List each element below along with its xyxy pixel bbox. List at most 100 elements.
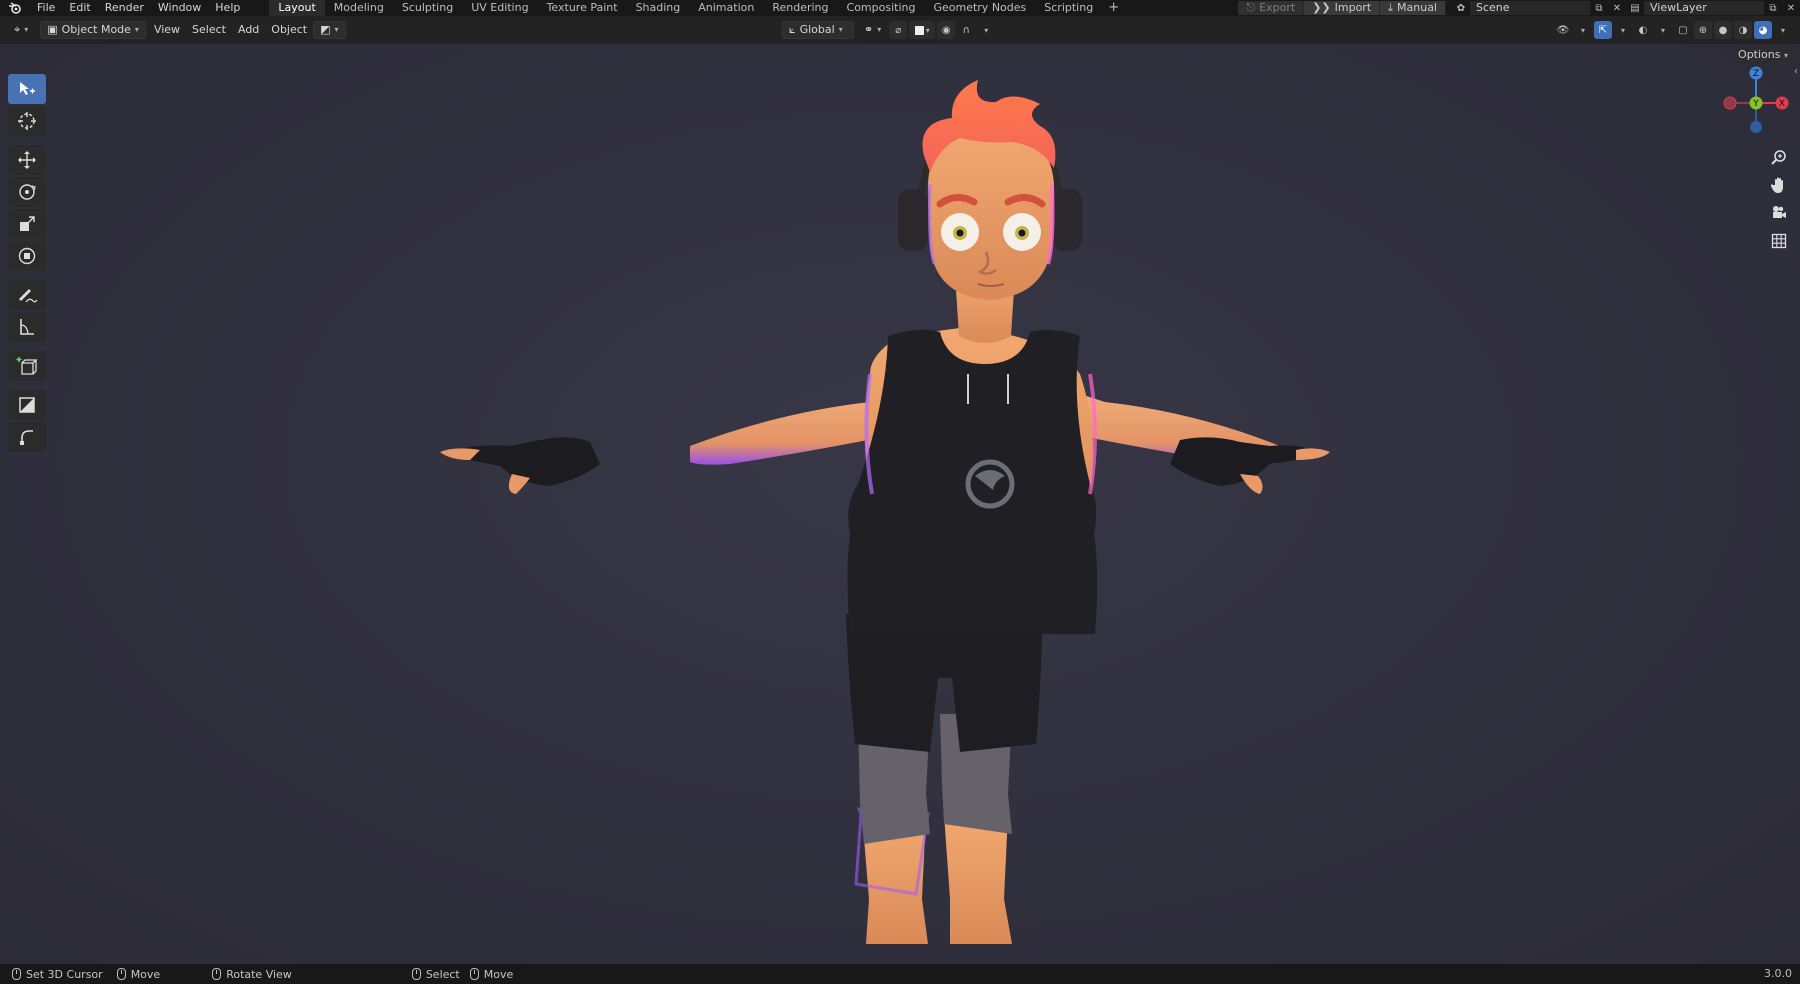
wireframe-shading-icon[interactable]: ⊕ (1694, 21, 1712, 39)
tab-geometry-nodes[interactable]: Geometry Nodes (924, 0, 1035, 16)
editor-type-button[interactable]: ⌖ ▾ (8, 21, 34, 39)
tab-sculpting[interactable]: Sculpting (393, 0, 462, 16)
overlays-icon[interactable]: ◐ (1634, 21, 1652, 39)
sidebar-collapse-icon[interactable]: ‹ (1794, 66, 1798, 77)
tab-uv-editing[interactable]: UV Editing (462, 0, 537, 16)
snap-toggle-icon[interactable]: ⌀ (889, 21, 908, 39)
menu-window[interactable]: Window (151, 0, 208, 16)
menu-help[interactable]: Help (208, 0, 247, 16)
menu-edit[interactable]: Edit (62, 0, 97, 16)
neg-z-axis-handle[interactable] (1750, 121, 1762, 133)
menu-file[interactable]: File (30, 0, 62, 16)
orientation-label: Global (799, 23, 835, 36)
zoom-icon[interactable] (1767, 146, 1791, 168)
manual-button[interactable]: ⤓ Manual (1380, 1, 1446, 15)
select-mode-icon: ◩ (320, 23, 331, 36)
remove-scene-icon[interactable]: ✕ (1608, 1, 1626, 15)
extrude-icon[interactable] (8, 390, 46, 420)
select-menu[interactable]: Select (186, 21, 232, 39)
rotate-icon[interactable] (8, 177, 46, 207)
status-hint-move-2: Move (469, 967, 514, 981)
tab-scripting[interactable]: Scripting (1035, 0, 1102, 16)
pivot-icon: ⚭ (864, 23, 874, 36)
hand-pan-icon[interactable] (1767, 174, 1791, 196)
overlays-dropdown[interactable]: ▾ (1654, 21, 1672, 39)
mode-dropdown[interactable]: ▣ Object Mode ▾ (40, 21, 146, 39)
top-bar: File Edit Render Window Help Layout Mode… (0, 0, 1800, 16)
select-mode-dropdown[interactable]: ◩ ▾ (313, 21, 346, 39)
select-box-icon[interactable] (8, 74, 46, 104)
chevron-down-icon: ▾ (134, 25, 139, 34)
import-button[interactable]: ❯❯ Import (1304, 1, 1381, 15)
viewport-display-tools: 👁 ▾ ⇱ ▾ ◐ ▾ ▢ ⊕ ● ◑ ◕ ▾ (1554, 21, 1792, 39)
view-layer-icon[interactable]: ▤ (1626, 1, 1644, 15)
rendered-shading-icon[interactable]: ◕ (1754, 21, 1772, 39)
hint-move-2: Move (483, 967, 514, 981)
tab-modeling[interactable]: Modeling (325, 0, 393, 16)
new-view-layer-icon[interactable]: ⧉ (1764, 1, 1782, 15)
spin-icon[interactable] (8, 422, 46, 452)
remove-view-layer-icon[interactable]: ✕ (1782, 1, 1800, 15)
tab-animation[interactable]: Animation (689, 0, 763, 16)
object-menu[interactable]: Object (265, 21, 313, 39)
download-icon: ⤓ (1388, 1, 1394, 14)
z-axis-label: Z (1753, 69, 1759, 79)
mouse-middle-icon (212, 968, 222, 980)
status-hint-move: Move (116, 968, 160, 981)
mouse-drag-icon (116, 968, 126, 980)
transform-icon[interactable] (8, 241, 46, 271)
chevron-down-icon: ▾ (24, 25, 29, 34)
falloff-icon[interactable]: ∩ (957, 21, 975, 39)
scene-icon[interactable]: ✿ (1452, 1, 1470, 15)
add-menu[interactable]: Add (232, 21, 265, 39)
import-label: Import (1334, 1, 1372, 14)
mouse-right-drag-icon (469, 968, 479, 980)
tab-compositing[interactable]: Compositing (838, 0, 925, 16)
camera-icon[interactable] (1767, 202, 1791, 224)
version-label: 3.0.0 (1764, 967, 1792, 980)
snap-element-icon[interactable]: ▾ (909, 21, 936, 39)
view-layer-selector[interactable]: ViewLayer (1644, 1, 1764, 15)
view-menu[interactable]: View (148, 21, 186, 39)
gizmo-dropdown[interactable]: ▾ (1614, 21, 1632, 39)
chevron-down-icon: ▾ (334, 25, 339, 34)
tab-texture-paint[interactable]: Texture Paint (538, 0, 627, 16)
shading-dropdown[interactable]: ▾ (1774, 21, 1792, 39)
neg-x-axis-handle[interactable] (1723, 96, 1737, 110)
y-axis-label: Y (1752, 99, 1759, 109)
pivot-point-dropdown[interactable]: ⚭ ▾ (858, 21, 887, 39)
menu-render[interactable]: Render (98, 0, 151, 16)
mouse-left-icon (12, 968, 21, 980)
cursor-icon[interactable] (8, 106, 46, 136)
xray-icon[interactable]: ▢ (1674, 21, 1692, 39)
character-model[interactable] (400, 74, 1370, 964)
add-workspace-button[interactable]: + (1102, 0, 1125, 16)
hint-rotate-view: Rotate View (226, 967, 292, 981)
options-dropdown[interactable]: Options ▾ (1732, 47, 1794, 63)
falloff-dropdown[interactable]: ▾ (977, 21, 995, 39)
tab-rendering[interactable]: Rendering (763, 0, 837, 16)
navigation-gizmo[interactable]: Z X Y (1710, 64, 1790, 134)
gizmo-toggle-icon[interactable]: ⇱ (1594, 21, 1612, 39)
move-icon[interactable] (8, 145, 46, 175)
grid-view-icon[interactable] (1767, 230, 1791, 252)
solid-shading-icon[interactable]: ● (1714, 21, 1732, 39)
proportional-edit-icon[interactable]: ◉ (937, 21, 956, 39)
3d-viewport[interactable]: Options ▾ ‹ Z X Y (0, 44, 1800, 964)
tab-layout[interactable]: Layout (269, 0, 325, 16)
export-button[interactable]: ⎋ Export (1238, 1, 1305, 15)
add-cube-icon[interactable] (8, 351, 46, 381)
annotate-icon[interactable] (8, 280, 46, 310)
scale-icon[interactable] (8, 209, 46, 239)
material-preview-icon[interactable]: ◑ (1734, 21, 1752, 39)
visibility-eye-icon[interactable]: 👁 (1554, 21, 1572, 39)
viewport-header: ⌖ ▾ ▣ Object Mode ▾ View Select Add Objec… (0, 16, 1800, 44)
scene-selector[interactable]: Scene (1470, 1, 1590, 15)
transform-orientation-dropdown[interactable]: ⟀ Global ▾ (782, 21, 854, 39)
orientation-icon: ⟀ (789, 23, 796, 36)
new-scene-icon[interactable]: ⧉ (1590, 1, 1608, 15)
blender-logo-icon[interactable] (0, 0, 30, 16)
measure-icon[interactable] (8, 312, 46, 342)
tab-shading[interactable]: Shading (627, 0, 690, 16)
visibility-dropdown[interactable]: ▾ (1574, 21, 1592, 39)
